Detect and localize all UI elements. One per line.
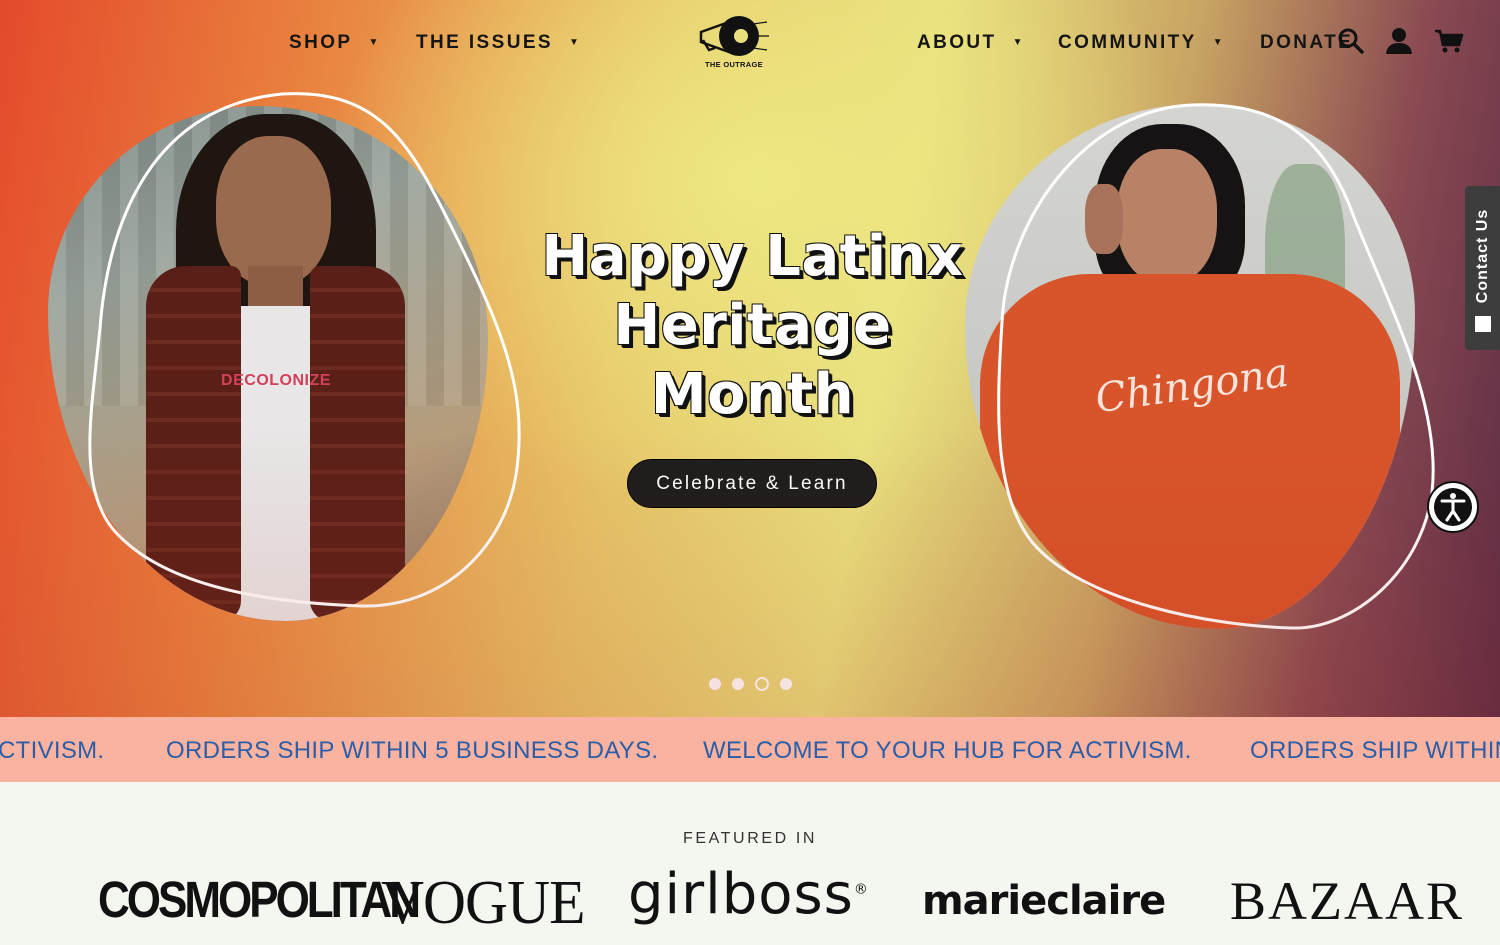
chevron-down-icon: ▼ bbox=[1212, 36, 1226, 48]
slide-indicators bbox=[709, 677, 792, 691]
marquee-item: ORDERS SHIP WITHIN 5 BUSINESS DAYS. bbox=[166, 737, 659, 764]
hero-banner: DECOLONIZE Chingona Happy Latinx Heritag… bbox=[0, 0, 1500, 717]
chevron-down-icon: ▼ bbox=[1012, 36, 1025, 48]
hand-shape bbox=[1085, 184, 1123, 254]
registered-mark: ® bbox=[853, 881, 869, 898]
main-nav: SHOP ▼ THE ISSUES ▼ THE OUTRAGE ABOUT ▼ … bbox=[0, 0, 1500, 85]
celebrate-learn-button[interactable]: Celebrate & Learn bbox=[627, 459, 877, 508]
face-shape bbox=[216, 136, 331, 286]
logo-text: THE OUTRAGE bbox=[705, 60, 763, 69]
site-logo[interactable]: THE OUTRAGE bbox=[697, 12, 771, 72]
slide-dot-3[interactable] bbox=[755, 677, 769, 691]
tshirt-print: DECOLONIZE bbox=[221, 372, 331, 389]
nav-shop-label: SHOP bbox=[289, 32, 353, 53]
marquee-item: CTIVISM. bbox=[0, 737, 105, 764]
accessibility-button[interactable] bbox=[1427, 481, 1479, 533]
marquee-item: ORDERS SHIP WITHIN bbox=[1250, 737, 1500, 764]
account-icon[interactable] bbox=[1384, 26, 1414, 56]
slide-dot-2[interactable] bbox=[732, 678, 744, 690]
accessibility-icon bbox=[1434, 488, 1472, 526]
headline-line-3: Month bbox=[650, 362, 855, 427]
nav-about-label: ABOUT bbox=[917, 32, 997, 53]
chevron-down-icon: ▼ bbox=[568, 36, 582, 48]
contact-us-tab[interactable]: Contact Us bbox=[1465, 186, 1500, 350]
contact-us-label: Contact Us bbox=[1473, 208, 1491, 304]
sweater-shape bbox=[980, 274, 1400, 629]
nav-the-issues-label: THE ISSUES bbox=[416, 32, 553, 53]
search-icon[interactable] bbox=[1336, 26, 1366, 56]
hero-right-photo: Chingona bbox=[965, 104, 1415, 629]
vest-right-shape bbox=[310, 266, 405, 621]
vest-left-shape bbox=[146, 266, 241, 621]
girlboss-logo: girlboss® bbox=[628, 862, 869, 927]
nav-about[interactable]: ABOUT ▼ bbox=[917, 32, 1025, 54]
headline-line-2: Heritage bbox=[613, 293, 892, 358]
nav-shop[interactable]: SHOP ▼ bbox=[289, 32, 381, 54]
slide-dot-1[interactable] bbox=[709, 678, 721, 690]
marquee-item: WELCOME TO YOUR HUB FOR ACTIVISM. bbox=[703, 737, 1192, 764]
cosmopolitan-logo: COSMOPOLITAN bbox=[98, 872, 421, 929]
marieclaire-logo: marieclaire bbox=[922, 878, 1166, 924]
nav-community[interactable]: COMMUNITY ▼ bbox=[1058, 32, 1225, 54]
announcement-marquee: CTIVISM. ORDERS SHIP WITHIN 5 BUSINESS D… bbox=[0, 717, 1500, 782]
hero-left-photo: DECOLONIZE bbox=[48, 106, 488, 621]
megaphone-logo-icon bbox=[699, 16, 769, 56]
nav-the-issues[interactable]: THE ISSUES ▼ bbox=[416, 32, 581, 54]
chevron-down-icon: ▼ bbox=[368, 36, 381, 48]
cart-icon[interactable] bbox=[1434, 26, 1464, 56]
hero-headline: Happy Latinx Heritage Month bbox=[500, 222, 1005, 429]
envelope-icon bbox=[1475, 316, 1491, 332]
headline-line-1: Happy Latinx bbox=[541, 224, 964, 289]
face-shape-right bbox=[1117, 149, 1217, 284]
girlboss-text: girlboss bbox=[628, 862, 854, 927]
slide-dot-4[interactable] bbox=[780, 678, 792, 690]
bazaar-logo: BAZAAR bbox=[1230, 871, 1465, 931]
featured-in-title: FEATURED IN bbox=[682, 830, 818, 847]
vogue-logo: VOGUE bbox=[381, 869, 585, 937]
nav-community-label: COMMUNITY bbox=[1058, 32, 1197, 53]
